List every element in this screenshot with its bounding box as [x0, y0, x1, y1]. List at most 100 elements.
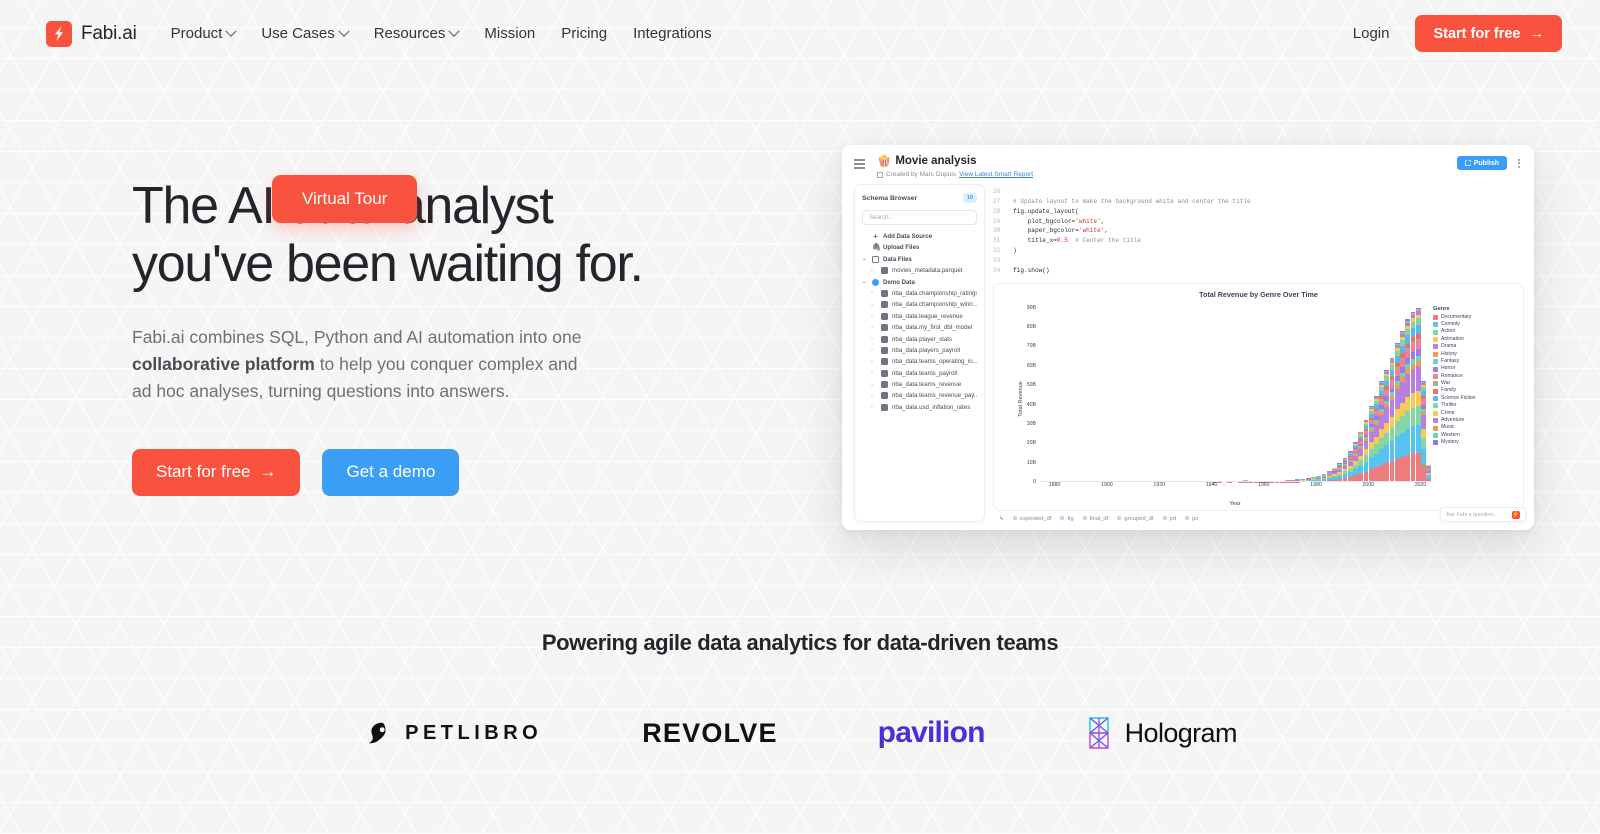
chart-legend-item[interactable]: Adventure: [1433, 417, 1519, 424]
logo-pavilion-label: pavilion: [877, 716, 986, 749]
chevron-down-icon[interactable]: ⌄: [862, 279, 868, 285]
chart-bar-segment: [1405, 374, 1411, 397]
app-document-meta: Created by Marc Dupuis View Latest Smart…: [877, 171, 1033, 178]
chart-legend-item[interactable]: Family: [1433, 387, 1519, 394]
chart-legend-item[interactable]: Comedy: [1433, 321, 1519, 328]
hamburger-icon[interactable]: [854, 154, 865, 169]
chevron-right-icon[interactable]: ›: [871, 313, 877, 319]
chart-legend-item[interactable]: Thriller: [1433, 402, 1519, 409]
hero-get-a-demo-button[interactable]: Get a demo: [322, 448, 460, 496]
chart-legend-item[interactable]: History: [1433, 351, 1519, 358]
chevron-right-icon[interactable]: ›: [871, 268, 877, 274]
code-token: 'white': [1078, 227, 1105, 235]
chart-legend-item[interactable]: Crime: [1433, 410, 1519, 417]
chart-bar-segment: [1415, 318, 1421, 325]
chart-legend-item[interactable]: Mystery: [1433, 439, 1519, 446]
variable-chip[interactable]: grouped_df: [1117, 516, 1154, 522]
more-vertical-icon[interactable]: [1514, 157, 1524, 170]
publish-label: Publish: [1473, 159, 1499, 167]
chart-legend-item[interactable]: Science Fiction: [1433, 395, 1519, 402]
chevron-down-icon[interactable]: ⌄: [862, 256, 868, 262]
schema-tree-item[interactable]: › nba_data.player_stats: [862, 335, 977, 343]
chevron-right-icon[interactable]: ›: [871, 370, 877, 376]
schema-tree-item[interactable]: › nba_data.teams_payroll: [862, 369, 977, 377]
chart-bar-segment: [1379, 415, 1384, 430]
nav-item-product[interactable]: Product: [171, 25, 238, 42]
schema-tree-item[interactable]: › nba_data.league_revenue: [862, 312, 977, 320]
chevron-right-icon[interactable]: ›: [871, 347, 877, 353]
schema-browser-title: Schema Browser: [862, 194, 918, 202]
chevron-right-icon[interactable]: ›: [871, 290, 877, 296]
variable-chip[interactable]: px: [1185, 516, 1198, 522]
legend-color-swatch: [1433, 440, 1438, 446]
chart-legend-item[interactable]: Music: [1433, 424, 1519, 431]
schema-tree-item[interactable]: › nba_data.players_payroll: [862, 346, 977, 354]
chevron-right-icon[interactable]: ›: [871, 382, 877, 388]
schema-tree-item[interactable]: 🖇 Upload Files: [862, 244, 977, 251]
variable-chip[interactable]: pd: [1162, 516, 1176, 522]
code-line: 28 fig.update_layout(: [993, 207, 1524, 217]
chart-legend-item[interactable]: Romance: [1433, 373, 1519, 380]
chart-legend-item[interactable]: Horror: [1433, 365, 1519, 372]
variable-chip[interactable]: fig: [1060, 516, 1074, 522]
hero-start-for-free-button[interactable]: Start for free →: [132, 448, 301, 496]
schema-tree-item[interactable]: › nba_data.my_first_dbt_model: [862, 324, 977, 332]
schema-tree-item[interactable]: ⌄ Demo Data: [862, 278, 977, 286]
chevron-right-icon[interactable]: ›: [871, 393, 877, 399]
schema-tree-item[interactable]: › nba_data.championship_ratings: [862, 289, 977, 297]
schema-tree-item[interactable]: › nba_data.teams_revenue_pay...: [862, 392, 977, 400]
chart-legend-item[interactable]: Action: [1433, 328, 1519, 335]
paperclip-icon: 🖇: [872, 244, 881, 252]
nav-start-for-free-button[interactable]: Start for free →: [1415, 15, 1562, 52]
code-token: 0.5: [1056, 237, 1068, 245]
code-line: 26: [993, 187, 1524, 197]
table-icon: [881, 312, 888, 320]
schema-tree-item[interactable]: › nba_data.usd_inflation_rates: [862, 403, 977, 411]
chart-bar-segment: [1400, 456, 1405, 482]
nav-item-integrations[interactable]: Integrations: [633, 25, 711, 42]
y-tick-label: 10B: [1026, 459, 1036, 466]
publish-button[interactable]: Publish: [1456, 156, 1507, 170]
chart-legend-item[interactable]: Documentary: [1433, 314, 1519, 321]
view-latest-smart-report-link[interactable]: View Latest Smart Report: [959, 171, 1033, 178]
chart-bar-segment: [1389, 427, 1395, 442]
chevron-right-icon[interactable]: ›: [871, 325, 877, 331]
brand-logo[interactable]: Fabi.ai: [46, 20, 137, 47]
chart-legend-item[interactable]: Fantasy: [1433, 358, 1519, 365]
schema-tree-item[interactable]: › nba_data.championship_winn...: [862, 301, 977, 309]
variable-chip[interactable]: exploded_df: [1012, 516, 1051, 522]
chevron-right-icon[interactable]: ›: [871, 302, 877, 308]
chart-legend-item[interactable]: War: [1433, 380, 1519, 387]
chevron-right-icon[interactable]: ›: [871, 359, 877, 365]
code-line: 30 paper_bgcolor='white',: [993, 226, 1524, 236]
chart-title: Total Revenue by Genre Over Time: [1199, 289, 1318, 299]
code-line: 33: [993, 256, 1524, 266]
chart-legend-item[interactable]: Western: [1433, 432, 1519, 439]
nav-item-mission[interactable]: Mission: [484, 25, 535, 42]
chevron-right-icon[interactable]: ›: [871, 336, 877, 342]
chart-legend-item[interactable]: Drama: [1433, 343, 1519, 350]
schema-tree-item[interactable]: + Add Data Source: [862, 233, 977, 241]
login-link[interactable]: Login: [1353, 25, 1390, 42]
variable-swatch-icon: [1185, 516, 1190, 520]
chart-bar-segment: [1368, 449, 1374, 458]
code-token: paper_bgcolor=: [1013, 227, 1079, 235]
legend-color-swatch: [1433, 322, 1438, 328]
nav-item-resources[interactable]: Resources: [374, 25, 461, 42]
schema-tree-item[interactable]: › nba_data.teams_revenue: [862, 381, 977, 389]
schema-tree-item[interactable]: › movies_metadata.parquet: [862, 267, 977, 275]
code-line-number: 32: [993, 247, 1001, 255]
schema-tree-item[interactable]: › nba_data.teams_operating_in...: [862, 358, 977, 366]
nav-item-pricing[interactable]: Pricing: [561, 25, 607, 42]
chart-bar: [1389, 358, 1395, 482]
variable-chip[interactable]: final_df: [1082, 516, 1108, 522]
schema-search-input[interactable]: Search...: [862, 210, 977, 225]
variable-swatch-icon: [1162, 516, 1167, 520]
code-cell[interactable]: 26 27 # Update layout to make the backgro…: [993, 184, 1524, 283]
chart-legend-item[interactable]: Animation: [1433, 336, 1519, 343]
virtual-tour-button[interactable]: Virtual Tour: [272, 175, 418, 223]
nav-item-use-cases[interactable]: Use Cases: [261, 25, 350, 42]
chevron-right-icon[interactable]: ›: [871, 404, 877, 410]
ask-fabi-input[interactable]: Ask Fabi a question... ⚡: [1440, 507, 1526, 522]
schema-tree-item[interactable]: ⌄ Data Files: [862, 255, 977, 263]
